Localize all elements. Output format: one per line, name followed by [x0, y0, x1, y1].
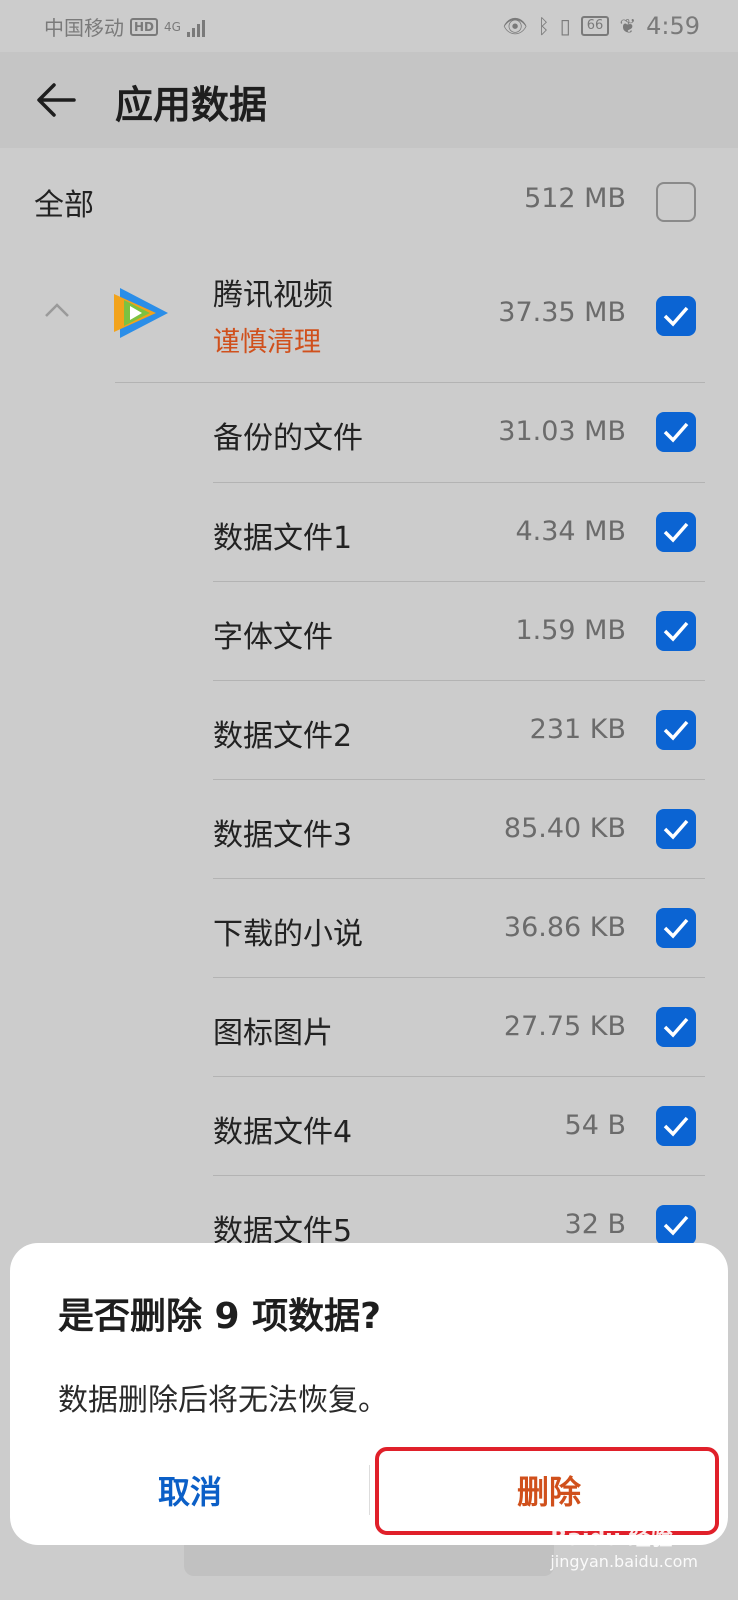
- file-label: 图标图片: [213, 1016, 333, 1051]
- app-name: 腾讯视频: [213, 278, 333, 313]
- eye-icon: 👁: [502, 14, 528, 38]
- file-size: 31.03 MB: [498, 416, 626, 447]
- app-size: 37.35 MB: [498, 297, 626, 328]
- file-size: 32 B: [564, 1209, 626, 1240]
- file-label: 数据文件3: [213, 818, 353, 853]
- file-label: 数据文件2: [213, 719, 353, 754]
- file-size: 36.86 KB: [503, 912, 626, 943]
- file-checkbox[interactable]: [656, 1205, 696, 1245]
- watermark-site: jingyan.baidu.com: [550, 1552, 698, 1571]
- file-checkbox[interactable]: [656, 512, 696, 552]
- select-all-row[interactable]: 全部 512 MB: [0, 168, 738, 238]
- tencent-video-logo: [114, 288, 168, 338]
- checkmark-icon: [663, 1017, 689, 1038]
- file-checkbox[interactable]: [656, 412, 696, 452]
- file-checkbox[interactable]: [656, 1007, 696, 1047]
- file-row[interactable]: 数据文件2 231 KB: [0, 681, 738, 780]
- file-row[interactable]: 数据文件1 4.34 MB: [0, 483, 738, 582]
- select-all-checkbox[interactable]: [656, 182, 696, 222]
- file-checkbox[interactable]: [656, 908, 696, 948]
- file-row[interactable]: 数据文件3 85.40 KB: [0, 780, 738, 879]
- leaf-icon: ❦: [619, 14, 637, 38]
- file-label: 数据文件1: [213, 521, 353, 556]
- file-checkbox[interactable]: [656, 710, 696, 750]
- file-row[interactable]: 字体文件 1.59 MB: [0, 582, 738, 681]
- app-row[interactable]: 腾讯视频 谨慎清理 37.35 MB: [0, 262, 738, 382]
- checkmark-icon: [663, 1116, 689, 1137]
- watermark-brand: Baidu 经验: [550, 1526, 673, 1551]
- dialog-title: 是否删除 9 项数据?: [58, 1296, 381, 1337]
- checkmark-icon: [663, 522, 689, 543]
- file-row[interactable]: 备份的文件 31.03 MB: [0, 383, 738, 482]
- file-row[interactable]: 图标图片 27.75 KB: [0, 978, 738, 1077]
- battery-icon: 66: [580, 16, 610, 36]
- dialog-message: 数据删除后将无法恢复。: [58, 1383, 388, 1418]
- chevron-up-icon[interactable]: [44, 302, 70, 318]
- file-label: 备份的文件: [213, 421, 363, 456]
- checkmark-icon: [663, 720, 689, 741]
- file-size: 231 KB: [529, 714, 626, 745]
- checkmark-icon: [663, 306, 689, 327]
- file-size: 54 B: [564, 1110, 626, 1141]
- checkmark-icon: [663, 819, 689, 840]
- checkmark-icon: [663, 918, 689, 939]
- file-checkbox[interactable]: [656, 611, 696, 651]
- checkmark-icon: [663, 1215, 689, 1236]
- checkmark-icon: [663, 422, 689, 443]
- total-size: 512 MB: [524, 183, 626, 214]
- cancel-button[interactable]: 取消: [10, 1448, 370, 1532]
- file-label: 字体文件: [213, 620, 333, 655]
- checkmark-icon: [663, 621, 689, 642]
- file-checkbox[interactable]: [656, 1106, 696, 1146]
- file-row[interactable]: 数据文件4 54 B: [0, 1077, 738, 1176]
- file-size: 4.34 MB: [515, 516, 626, 547]
- file-row[interactable]: 下载的小说 36.86 KB: [0, 879, 738, 978]
- file-label: 下载的小说: [213, 917, 363, 952]
- clock: 4:59: [646, 12, 700, 40]
- file-size: 27.75 KB: [503, 1011, 626, 1042]
- watermark: Baidu 经验 jingyan.baidu.com: [550, 1520, 698, 1571]
- file-checkbox[interactable]: [656, 809, 696, 849]
- app-checkbox[interactable]: [656, 296, 696, 336]
- carrier-label: 中国移动: [44, 16, 124, 40]
- select-all-label: 全部: [34, 188, 94, 223]
- vibrate-icon: ▯: [559, 14, 571, 38]
- file-label: 数据文件4: [213, 1115, 353, 1150]
- file-size: 85.40 KB: [503, 813, 626, 844]
- network-label: 4G: [164, 19, 181, 34]
- back-arrow-icon: [37, 83, 76, 117]
- page-title: 应用数据: [115, 83, 268, 127]
- bluetooth-icon: ᛒ: [537, 14, 550, 38]
- signal-icon: [186, 17, 205, 37]
- app-bar: 应用数据: [0, 52, 738, 148]
- status-bar: 中国移动 HD 4G 👁 ᛒ ▯ 66 ❦ 4:59: [0, 0, 738, 52]
- back-button[interactable]: [34, 80, 78, 120]
- hd-badge: HD: [130, 17, 159, 36]
- file-size: 1.59 MB: [515, 615, 626, 646]
- caution-label: 谨慎清理: [213, 327, 321, 358]
